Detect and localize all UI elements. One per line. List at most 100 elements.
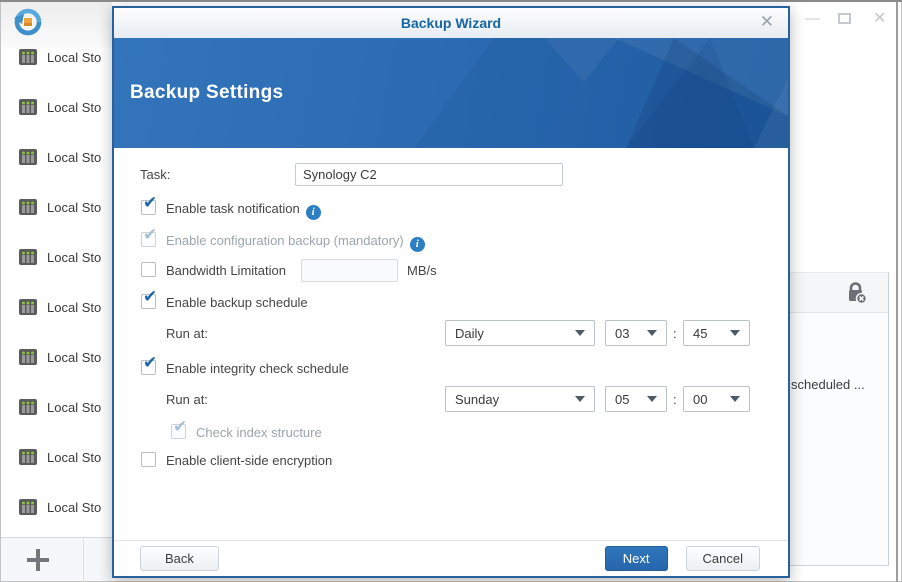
list-item-label: Local Sto xyxy=(47,399,102,415)
integrity-hour-select[interactable]: 05 xyxy=(605,386,667,412)
dialog-banner: Backup Settings xyxy=(114,38,788,148)
window-controls: — ✕ xyxy=(795,8,895,32)
integrity-frequency-select[interactable]: Sunday xyxy=(445,386,595,412)
run-at-label: Run at: xyxy=(166,326,208,341)
backup-frequency-select[interactable]: Daily xyxy=(445,320,595,346)
dialog-footer: Back Next Cancel xyxy=(114,540,788,576)
list-item[interactable]: Local Sto xyxy=(1,32,112,82)
chevron-down-icon xyxy=(730,330,740,336)
screen: — ✕ Local Sto Local Sto Local Sto Local … xyxy=(0,0,902,582)
info-icon[interactable]: i xyxy=(305,205,321,220)
task-label: Task: xyxy=(140,167,171,182)
task-notification-label: Enable task notification i xyxy=(166,201,321,220)
chevron-down-icon xyxy=(647,396,657,402)
local-storage-icon xyxy=(19,499,37,515)
chevron-down-icon xyxy=(730,396,740,402)
cancel-button[interactable]: Cancel xyxy=(685,546,760,571)
time-colon: : xyxy=(673,392,677,407)
list-item[interactable]: Local Sto xyxy=(1,82,112,132)
backup-settings-form: Task: ✔ Enable task notificationi ✔ Enab… xyxy=(114,148,788,540)
bandwidth-limitation-label: Bandwidth Limitation xyxy=(166,263,286,278)
integrity-schedule-label: Enable integrity check schedule xyxy=(166,361,349,376)
local-storage-icon xyxy=(19,49,37,65)
run-at-label: Run at: xyxy=(166,392,208,407)
check-index-structure-checkbox: ✔ xyxy=(171,418,187,439)
task-detail-panel: scheduled ... xyxy=(790,272,889,566)
local-storage-icon xyxy=(19,99,37,115)
bandwidth-unit-label: MB/s xyxy=(407,263,437,278)
list-item[interactable]: Local Sto xyxy=(1,382,112,432)
list-item[interactable]: Local Sto xyxy=(1,232,112,282)
integrity-minute-select[interactable]: 00 xyxy=(683,386,750,412)
time-colon: : xyxy=(673,326,677,341)
list-item-label: Local Sto xyxy=(47,299,102,315)
list-item-label: Local Sto xyxy=(47,249,102,265)
select-value: Sunday xyxy=(455,391,500,407)
check-index-structure-label: Check index structure xyxy=(196,425,322,440)
chevron-down-icon xyxy=(647,330,657,336)
list-item-label: Local Sto xyxy=(47,449,102,465)
backup-hour-select[interactable]: 03 xyxy=(605,320,667,346)
maximize-icon[interactable] xyxy=(838,13,851,24)
toolbar-divider xyxy=(83,538,84,582)
bandwidth-value-input xyxy=(301,259,398,282)
select-value: Daily xyxy=(455,325,484,341)
list-item[interactable]: Local Sto xyxy=(1,482,112,532)
list-item-label: Local Sto xyxy=(47,49,102,65)
backup-task-list: Local Sto Local Sto Local Sto Local Sto … xyxy=(1,32,112,537)
list-item-label: Local Sto xyxy=(47,499,102,515)
list-item-label: Local Sto xyxy=(47,149,102,165)
close-window-icon[interactable]: ✕ xyxy=(873,8,886,30)
check-icon: ✔ xyxy=(173,417,188,436)
bandwidth-limitation-checkbox[interactable] xyxy=(141,262,156,277)
check-icon: ✔ xyxy=(143,225,158,244)
select-value: 00 xyxy=(693,391,708,407)
local-storage-icon xyxy=(19,349,37,365)
config-backup-label: Enable configuration backup (mandatory) i xyxy=(166,233,425,252)
check-icon: ✔ xyxy=(143,287,158,306)
minimize-icon[interactable]: — xyxy=(805,8,820,30)
local-storage-icon xyxy=(19,249,37,265)
backup-schedule-checkbox[interactable]: ✔ xyxy=(141,288,157,309)
list-item[interactable]: Local Sto xyxy=(1,182,112,232)
next-button[interactable]: Next xyxy=(604,546,668,571)
backup-minute-select[interactable]: 45 xyxy=(683,320,750,346)
info-icon[interactable]: i xyxy=(409,237,425,252)
dialog-close-icon[interactable]: ✕ xyxy=(760,12,774,32)
local-storage-icon xyxy=(19,199,37,215)
local-storage-icon xyxy=(19,149,37,165)
client-side-encryption-checkbox[interactable] xyxy=(141,452,156,467)
client-side-encryption-label: Enable client-side encryption xyxy=(166,453,333,468)
task-detail-header xyxy=(790,273,888,313)
local-storage-icon xyxy=(19,449,37,465)
list-item-label: Local Sto xyxy=(47,349,102,365)
select-value: 45 xyxy=(693,325,708,341)
window-right-edge xyxy=(896,2,898,582)
list-item-label: Local Sto xyxy=(47,99,102,115)
task-notification-checkbox[interactable]: ✔ xyxy=(141,194,157,215)
list-item[interactable]: Local Sto xyxy=(1,282,112,332)
list-item[interactable]: Local Sto xyxy=(1,332,112,382)
config-backup-checkbox: ✔ xyxy=(141,226,157,247)
schedule-summary-text: scheduled ... xyxy=(791,377,865,392)
chevron-down-icon xyxy=(575,330,585,336)
page-title: Backup Settings xyxy=(130,82,284,103)
list-item[interactable]: Local Sto xyxy=(1,432,112,482)
select-value: 03 xyxy=(615,325,630,341)
check-icon: ✔ xyxy=(143,353,158,372)
lock-remove-icon[interactable] xyxy=(846,282,868,304)
dialog-titlebar[interactable]: Backup Wizard ✕ xyxy=(114,8,788,38)
backup-wizard-dialog: Backup Wizard ✕ Backup Settings Task: ✔ … xyxy=(112,6,790,578)
integrity-schedule-checkbox[interactable]: ✔ xyxy=(141,354,157,375)
list-item[interactable]: Local Sto xyxy=(1,132,112,182)
local-storage-icon xyxy=(19,299,37,315)
list-item-label: Local Sto xyxy=(47,199,102,215)
task-list-toolbar xyxy=(1,537,112,582)
select-value: 05 xyxy=(615,391,630,407)
local-storage-icon xyxy=(19,399,37,415)
window-top-edge xyxy=(0,0,902,2)
add-task-icon[interactable] xyxy=(27,549,49,571)
task-name-input[interactable] xyxy=(295,163,563,186)
back-button[interactable]: Back xyxy=(140,546,219,571)
chevron-down-icon xyxy=(575,396,585,402)
